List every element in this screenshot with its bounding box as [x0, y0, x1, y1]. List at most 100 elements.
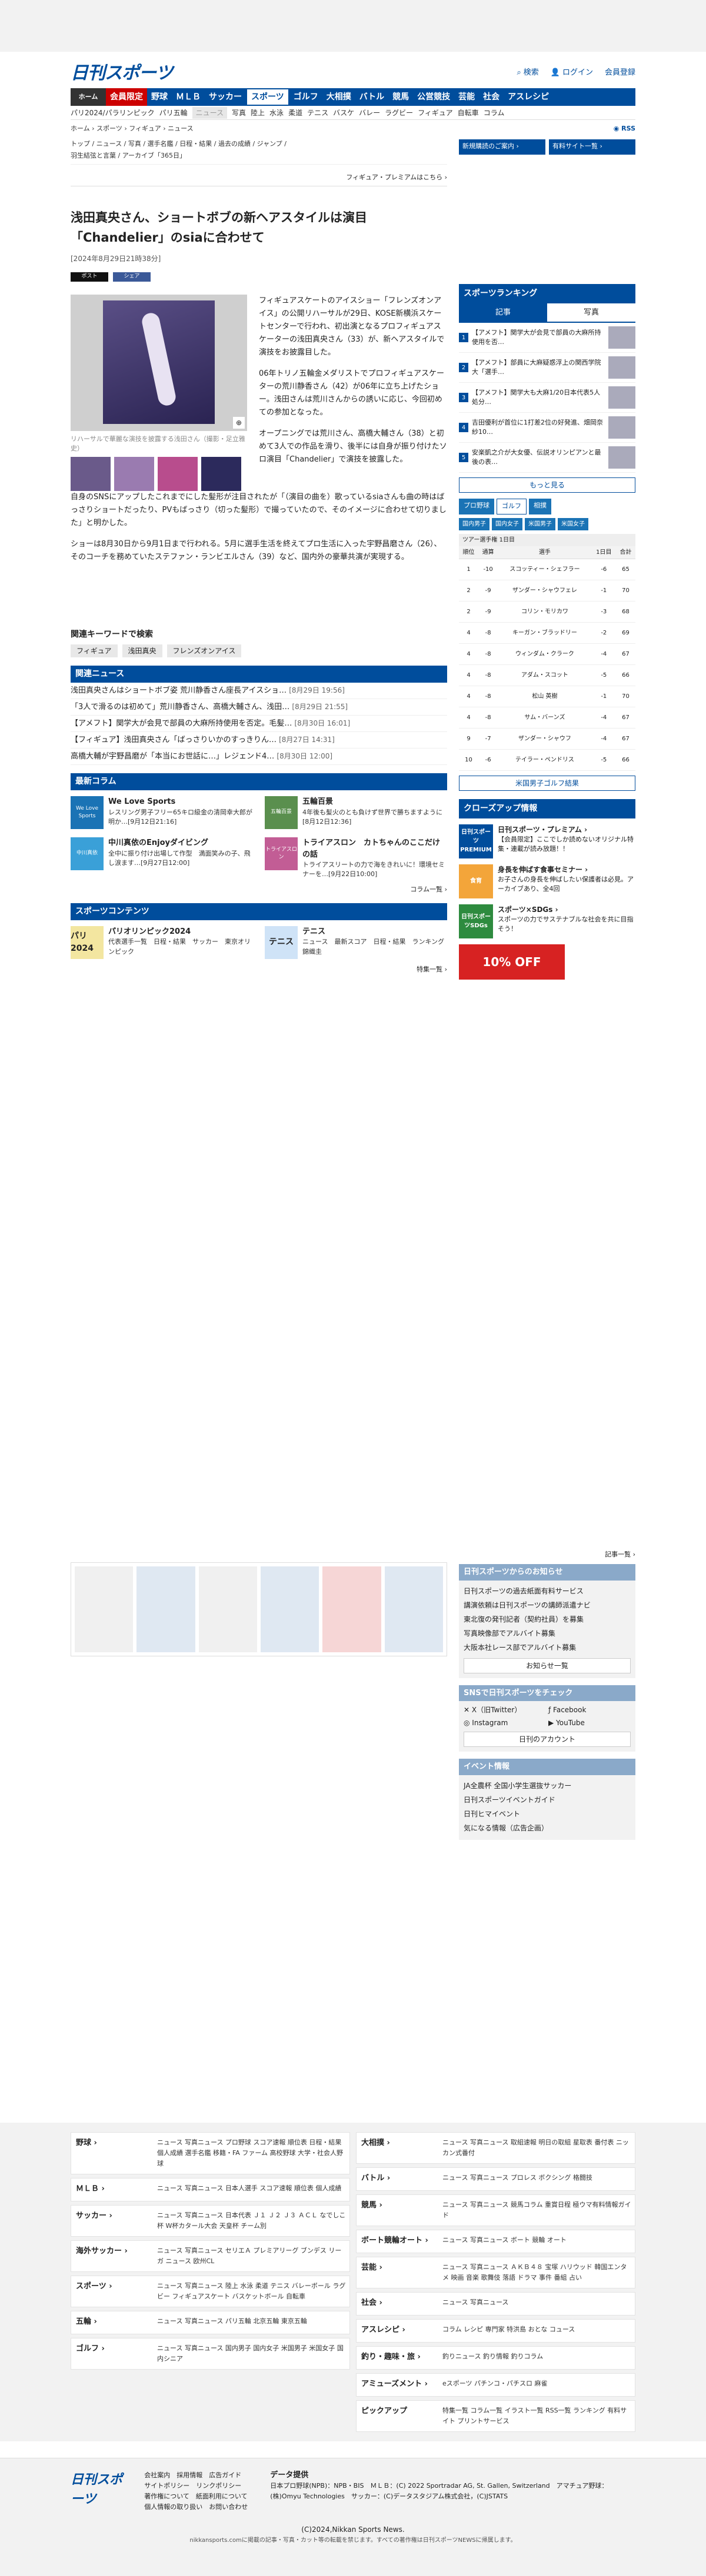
event-item[interactable]: JA全農杯 全国小学生選抜サッカー — [464, 1779, 631, 1793]
paid-sites-button[interactable]: 有料サイト一覧 › — [549, 139, 635, 155]
notice-item[interactable]: 東北復の発刊記者（契約社員）を募集 — [464, 1612, 631, 1626]
login-button[interactable]: 👤 ログイン — [551, 67, 593, 79]
score-tab-active[interactable]: ゴルフ — [497, 499, 527, 514]
ranking-tab-articles[interactable]: 記事 — [459, 303, 547, 322]
footer-category[interactable]: 五輪 › — [71, 2311, 154, 2334]
footer-category[interactable]: ゴルフ › — [71, 2338, 154, 2369]
footer-sublinks[interactable]: ニュース 写真ニュース ボート 競輪 オート — [439, 2230, 635, 2253]
footer-sublinks[interactable]: ニュース 写真ニュース ＡＫＢ４８ 宝塚 ハリウッド 韓国エンタメ 映画 音楽 … — [439, 2257, 635, 2288]
footer-category[interactable]: ボート競輪オート › — [357, 2230, 439, 2253]
footer-sublinks[interactable]: ニュース 写真ニュース 陸上 水泳 柔道 テニス バレーボール ラグビー フィギ… — [154, 2276, 349, 2307]
keyword-tag[interactable]: 浅田真央 — [122, 644, 162, 657]
nav-item[interactable]: 公営競技 — [413, 88, 454, 106]
footer-sublinks[interactable]: ニュース 写真ニュース セリエＡ プレミアリーグ ブンデス リーガ ニュース 欧… — [154, 2241, 349, 2271]
score-tab[interactable]: 相撲 — [529, 499, 551, 514]
footer-category[interactable]: 大相撲 › — [357, 2133, 439, 2163]
subnav-item[interactable]: フィギュア — [418, 108, 453, 118]
footer-category[interactable]: 釣り・趣味・旅 › — [357, 2347, 439, 2369]
subscribe-button[interactable]: 新規購読のご案内 › — [459, 139, 545, 155]
footer-sublinks[interactable]: ニュース 写真ニュース 取組速報 明日の取組 星取表 番付表 ニッカン式番付 — [439, 2133, 635, 2163]
subnav-item[interactable]: 水泳 — [269, 108, 284, 118]
footer-category[interactable]: サッカー › — [71, 2206, 154, 2236]
photo-thumbnail[interactable] — [158, 457, 198, 491]
column-item[interactable]: トライアスロン トライアスロン カトちゃんのここだけの話 トライアスリートの力で海… — [265, 837, 447, 879]
footer-category[interactable]: バトル › — [357, 2168, 439, 2190]
nav-item[interactable]: 芸能 — [454, 88, 479, 106]
leaderboard-row[interactable]: 4 -8 松山 英樹 -1 70 — [459, 686, 635, 707]
footer-category[interactable]: 社会 › — [357, 2293, 439, 2315]
register-button[interactable]: 会員登録 — [605, 67, 635, 79]
ranking-item[interactable]: 2 【アメフト】部員に大麻疑惑浮上の関西学院大「選手… — [459, 353, 635, 383]
nav-item[interactable]: ゴルフ — [289, 88, 322, 106]
nav-item[interactable]: バトル — [355, 88, 388, 106]
notice-item[interactable]: 大阪本社レース部でアルバイト募集 — [464, 1641, 631, 1655]
closeup-item[interactable]: 日刊スポーツSDGs スポーツ×SDGs › スポーツの力でサステナブルな社会を共… — [459, 904, 635, 938]
footer-sublinks[interactable]: ニュース 写真ニュース 国内男子 国内女子 米国男子 米国女子 国内シニア — [154, 2338, 349, 2369]
share-x-button[interactable]: ポスト — [71, 272, 108, 282]
footer-sublinks[interactable]: ニュース 写真ニュース 日本人選手 スコア速報 順位表 個人成績 — [154, 2179, 349, 2201]
footer-sublinks[interactable]: eスポーツ パチンコ・パチスロ 麻雀 — [439, 2374, 635, 2396]
score-tab[interactable]: プロ野球 — [459, 499, 494, 514]
related-news-item[interactable]: 【フィギュア】浅田真央さん「ばっさりいかのすっきりん… [8月27日 14:31… — [71, 732, 447, 749]
main-photo[interactable]: ⊕ — [71, 295, 247, 431]
nav-item[interactable]: サッカー — [205, 88, 246, 106]
footer-sublinks[interactable]: ニュース 写真ニュース プロ野球 スコア速報 順位表 日程・結果 個人成績 選手… — [154, 2133, 349, 2174]
footer-sublinks[interactable]: 特集一覧 コラム一覧 イラスト一覧 RSS一覧 ランキング 有料サイト プリント… — [439, 2401, 635, 2431]
footer-category[interactable]: 芸能 › — [357, 2257, 439, 2288]
subnav-item[interactable]: 自転車 — [458, 108, 479, 118]
leaderboard-row[interactable]: 10 -6 テイラー・ペンドリス -5 66 — [459, 749, 635, 771]
nav-item[interactable]: 競馬 — [388, 88, 413, 106]
related-news-item[interactable]: 「3人で滑るのは初めて」荒川静香さん、高橋大輔さん、浅田… [8月29日 21:… — [71, 699, 447, 716]
event-item[interactable]: 気になる情報（広告企画） — [464, 1821, 631, 1835]
search-button[interactable]: ⌕ 検索 — [517, 67, 538, 79]
breadcrumb-path[interactable]: ホーム › スポーツ › フィギュア › ニュース — [71, 124, 194, 134]
leaderboard-row[interactable]: 9 -7 ザンダー・シャウフ -4 67 — [459, 728, 635, 750]
footer-category[interactable]: ピックアップ — [357, 2401, 439, 2431]
x-link[interactable]: ✕ X（旧Twitter） — [464, 1705, 546, 1715]
footer-sublinks[interactable]: ニュース 写真ニュース 日本代表 Ｊ１ Ｊ２ Ｊ３ ＡＣＬ なでしこ杯 W杯カタ… — [154, 2206, 349, 2236]
event-item[interactable]: 日刊ヒマイベント — [464, 1807, 631, 1821]
product-ad-banner[interactable] — [71, 1562, 447, 1656]
zoom-icon[interactable]: ⊕ — [233, 417, 245, 429]
subnav-item[interactable]: 柔道 — [288, 108, 302, 118]
nav-item[interactable]: 社会 — [479, 88, 504, 106]
golf-subtab[interactable]: 米国女子 — [558, 517, 588, 530]
notice-item[interactable]: 日刊スポーツの過去紙面有料サービス — [464, 1584, 631, 1598]
leaderboard-row[interactable]: 4 -8 アダム・スコット -5 66 — [459, 664, 635, 686]
ranking-tab-photos[interactable]: 写真 — [547, 303, 635, 322]
subnav-item[interactable]: パリ五輪 — [159, 108, 188, 118]
event-item[interactable]: 日刊スポーツイベントガイド — [464, 1793, 631, 1807]
closeup-item[interactable]: 食育 身長を伸ばす食事セミナー › お子さんの身長を伸ばしたい保護者は必見。アーカ… — [459, 864, 635, 898]
leaderboard-row[interactable]: 4 -8 ウィンダム・クラーク -4 67 — [459, 643, 635, 665]
accounts-button[interactable]: 日刊のアカウント — [464, 1732, 631, 1747]
nav-item-active[interactable]: スポーツ — [246, 88, 289, 106]
notice-more-button[interactable]: お知らせ一覧 — [464, 1658, 631, 1673]
leaderboard-row[interactable]: 2 -9 コリン・モリカワ -3 68 — [459, 601, 635, 623]
ranking-item[interactable]: 3 【アメフト】関学大も大麻1/20日本代表5人処分… — [459, 383, 635, 413]
footer-logo[interactable]: 日刊スポーツ — [71, 2470, 126, 2512]
subnav-item[interactable]: コラム — [484, 108, 505, 118]
subnav-item[interactable]: パリ2024/パラリンピック — [71, 108, 155, 118]
footer-sublinks[interactable]: コラム レシピ 専門家 特洪島 おとな コュース — [439, 2320, 635, 2342]
nav-item[interactable]: アスレシピ — [504, 88, 553, 106]
facebook-link[interactable]: ƒ Facebook — [548, 1705, 631, 1715]
footer-category[interactable]: アミューズメント › — [357, 2374, 439, 2396]
subnav-item[interactable]: 陸上 — [251, 108, 265, 118]
related-news-item[interactable]: 【アメフト】関学大が会見で部員の大麻所持使用を否定。毛髪… [8月30日 16:… — [71, 716, 447, 732]
nav-item[interactable]: 野球 — [147, 88, 172, 106]
column-item[interactable]: We Love Sports We Love Sports レスリング男子フリー6… — [71, 796, 253, 829]
ranking-more-button[interactable]: もっと見る — [459, 477, 635, 493]
share-facebook-button[interactable]: シェア — [113, 272, 151, 282]
golf-subtab[interactable]: 国内女子 — [492, 517, 522, 530]
leaderboard-row[interactable]: 4 -8 サム・バーンズ -4 67 — [459, 707, 635, 729]
keyword-tag[interactable]: フィギュア — [71, 644, 118, 657]
footer-sublinks[interactable]: ニュース 写真ニュース プロレス ボクシング 格闘技 — [439, 2168, 635, 2190]
photo-thumbnail[interactable] — [71, 457, 111, 491]
articles-more-link[interactable]: 記事一覧 › — [459, 1550, 635, 1560]
golf-results-button[interactable]: 米国男子ゴルフ結果 — [459, 775, 635, 791]
leaderboard-row[interactable]: 2 -9 ザンダー・シャウフェレ -1 70 — [459, 580, 635, 602]
premium-link[interactable]: フィギュア・プレミアムはこちら › — [71, 169, 447, 186]
content-item[interactable]: テニス テニス ニュース 最新スコア 日程・結果 ランキング 錦織圭 — [265, 926, 451, 959]
closeup-item[interactable]: 日刊スポーツ PREMIUM 日刊スポーツ・プレミアム › 【会員限定】ここでしか… — [459, 824, 635, 858]
subnav-item[interactable]: バスケ — [333, 108, 354, 118]
